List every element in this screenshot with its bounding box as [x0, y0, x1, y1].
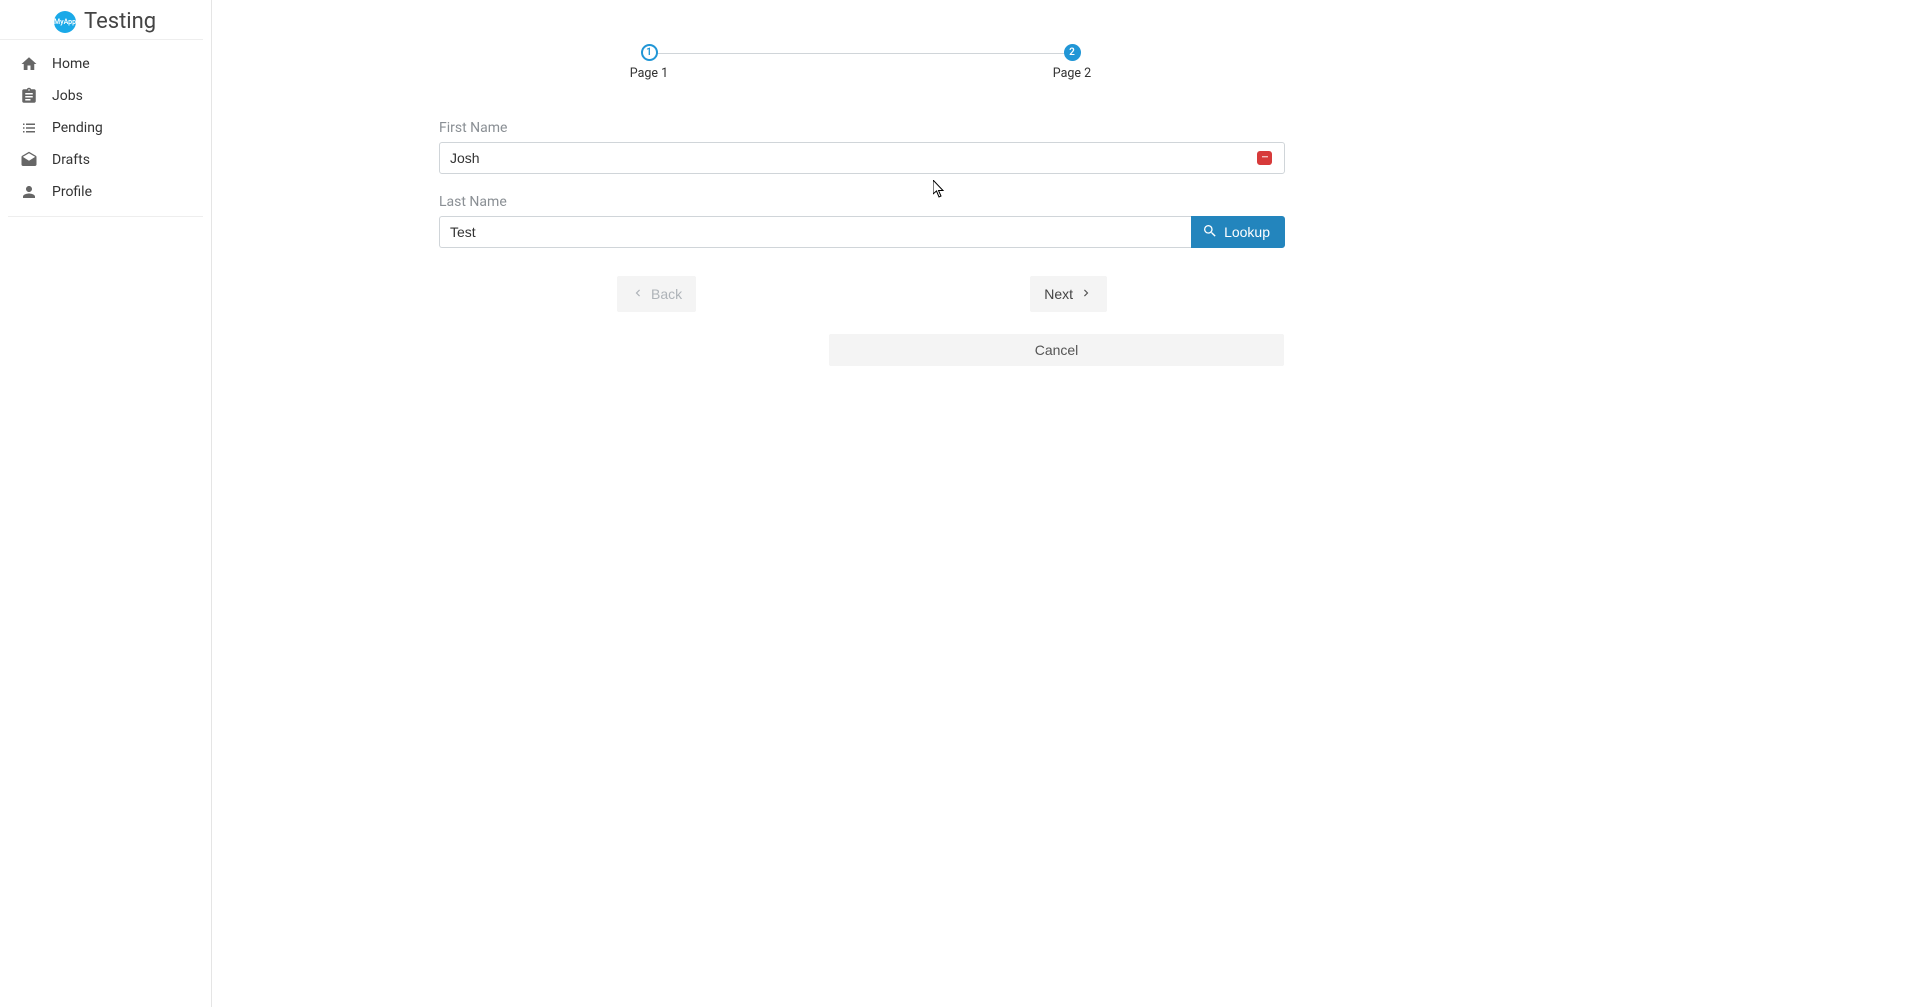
cancel-button[interactable]: Cancel: [829, 334, 1284, 366]
chevron-left-icon: [631, 286, 645, 303]
stepper-line: [657, 53, 1067, 54]
search-icon: [1202, 223, 1218, 242]
last-name-field: Last Name Lookup: [439, 194, 1285, 248]
person-icon: [20, 183, 38, 201]
password-extension-icon[interactable]: [1257, 151, 1272, 165]
first-name-label: First Name: [439, 120, 1285, 136]
chevron-right-icon: [1079, 286, 1093, 303]
step-2-circle: 2: [1064, 44, 1081, 61]
last-name-input[interactable]: [439, 216, 1191, 248]
content: 1 Page 1 2 Page 2 First Name Last Name: [439, 0, 1285, 366]
nav-item-jobs[interactable]: Jobs: [8, 80, 203, 112]
next-button[interactable]: Next: [1030, 276, 1107, 312]
lookup-label: Lookup: [1224, 224, 1270, 240]
nav-label: Home: [52, 56, 90, 72]
list-icon: [20, 119, 38, 137]
lookup-button[interactable]: Lookup: [1191, 216, 1285, 248]
step-1-circle: 1: [641, 44, 658, 61]
step-2[interactable]: 2 Page 2: [1042, 44, 1102, 81]
main: 1 Page 1 2 Page 2 First Name Last Name: [212, 0, 1920, 1007]
first-name-input[interactable]: [439, 142, 1285, 174]
nav-label: Profile: [52, 184, 92, 200]
last-name-label: Last Name: [439, 194, 1285, 210]
step-1[interactable]: 1 Page 1: [619, 44, 679, 81]
cancel-label: Cancel: [1035, 342, 1079, 358]
nav-label: Pending: [52, 120, 103, 136]
nav-label: Drafts: [52, 152, 90, 168]
back-label: Back: [651, 286, 682, 302]
nav-item-drafts[interactable]: Drafts: [8, 144, 203, 176]
home-icon: [20, 55, 38, 73]
nav-label: Jobs: [52, 88, 83, 104]
back-button: Back: [617, 276, 696, 312]
app-logo: MyApp: [54, 11, 76, 33]
nav-item-pending[interactable]: Pending: [8, 112, 203, 144]
sidebar-header: MyApp Testing: [0, 0, 203, 40]
nav-list: Home Jobs Pending Drafts Profile: [8, 46, 203, 217]
stepper: 1 Page 1 2 Page 2: [439, 44, 1285, 84]
nav-item-profile[interactable]: Profile: [8, 176, 203, 208]
sidebar: MyApp Testing Home Jobs Pending Drafts: [0, 0, 212, 1007]
nav-buttons: Back Next: [439, 276, 1285, 312]
step-2-label: Page 2: [1053, 66, 1091, 81]
first-name-field: First Name: [439, 120, 1285, 174]
step-1-label: Page 1: [630, 66, 668, 81]
drafts-icon: [20, 151, 38, 169]
clipboard-icon: [20, 87, 38, 105]
next-label: Next: [1044, 286, 1073, 302]
nav-item-home[interactable]: Home: [8, 48, 203, 80]
app-title: Testing: [84, 9, 156, 34]
